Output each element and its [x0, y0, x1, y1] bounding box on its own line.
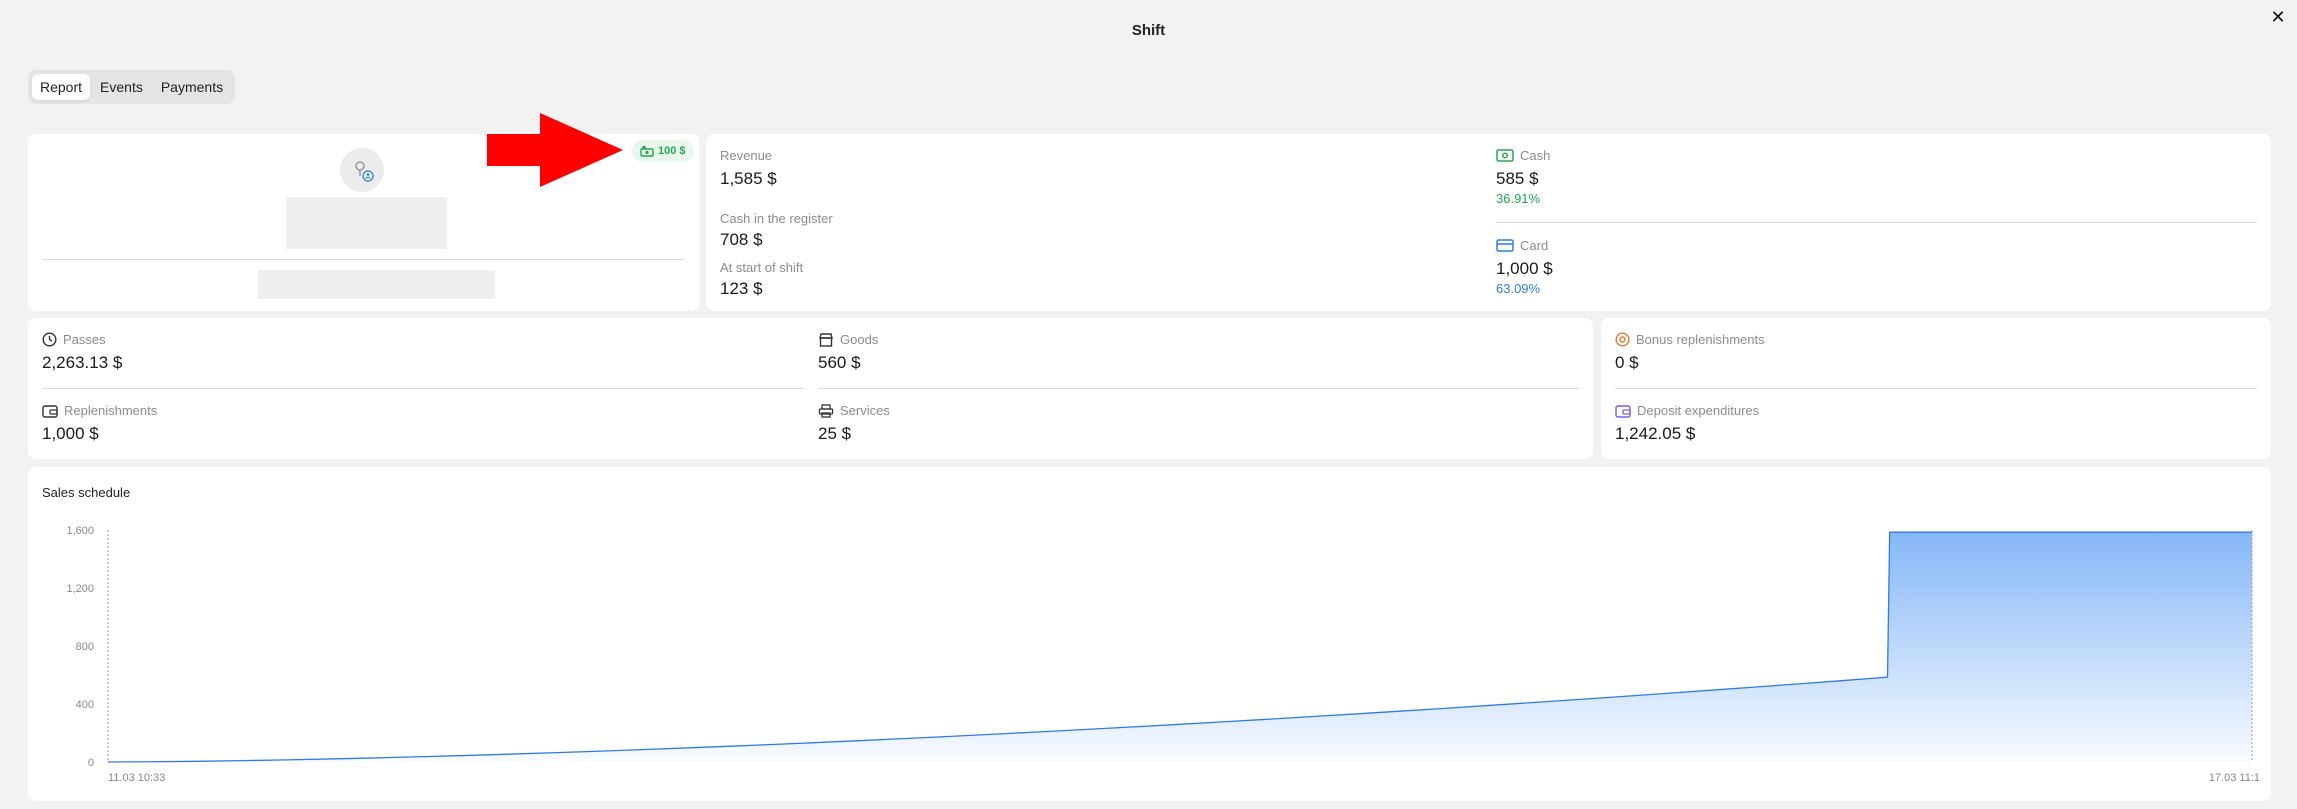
y-tick-label: 1,600: [66, 525, 94, 537]
bonus-card: Bonus replenishments 0 $ Deposit expendi…: [1601, 318, 2271, 459]
cash-label: Cash: [1520, 148, 1551, 163]
services-value: 25 $: [818, 424, 852, 443]
replenishments-label: Replenishments: [64, 403, 158, 418]
replenishments-label-row: Replenishments: [42, 403, 157, 418]
deposit-label-row: Deposit expenditures: [1615, 403, 1759, 418]
bonus-icon: [1615, 332, 1630, 347]
passes-value: 2,263.13 $: [42, 353, 123, 372]
close-icon: ✕: [2270, 6, 2286, 27]
tab-bar: Report Events Payments: [28, 70, 236, 104]
wallet-icon: [42, 404, 58, 418]
bonus-value: 0 $: [1615, 353, 1639, 372]
y-tick-label: 400: [76, 699, 94, 711]
deposit-wallet-icon: [1615, 404, 1631, 418]
tab-payments[interactable]: Payments: [153, 74, 231, 100]
goods-label-row: Goods: [818, 332, 878, 347]
cash-icon: [640, 145, 654, 157]
card-value: 1,000 $: [1496, 259, 1553, 278]
services-label: Services: [840, 403, 890, 418]
credit-card-icon: [1496, 239, 1514, 252]
revenue-value: 1,585 $: [720, 169, 777, 188]
y-tick-label: 800: [76, 641, 94, 653]
close-button[interactable]: ✕: [2267, 6, 2289, 28]
printer-icon: [818, 403, 834, 418]
modal-title: Shift: [1131, 22, 1166, 39]
revenue-card: Revenue 1,585 $ Cash in the register 708…: [706, 134, 2271, 311]
cash-percentage: 36.91%: [1496, 191, 1541, 206]
passes-label-row: Passes: [42, 332, 122, 347]
cash-icon: [1496, 149, 1514, 162]
replenishments-value: 1,000 $: [42, 424, 99, 443]
card-percentage: 63.09%: [1496, 281, 1541, 296]
divider: [818, 388, 1579, 389]
card-label-row: Card: [1496, 238, 1553, 253]
divider: [42, 388, 804, 389]
tab-report[interactable]: Report: [32, 74, 91, 100]
start-label: At start of shift: [720, 260, 804, 275]
sales-chart: 0 400 800 1,200 1,600 11.03 10:33 17.03 11:1: [66, 525, 2260, 784]
cash-badge: 100 $: [632, 140, 694, 162]
store-icon: [819, 332, 833, 347]
deposit-value: 1,242.05 $: [1615, 424, 1696, 443]
deposit-label: Deposit expenditures: [1637, 403, 1760, 418]
bonus-label-row: Bonus replenishments: [1615, 332, 1765, 347]
role-placeholder: [258, 270, 495, 299]
user-icon: [355, 161, 374, 182]
passes-label: Passes: [63, 332, 106, 347]
cash-value: 585 $: [1496, 169, 1539, 188]
categories-card: Passes 2,263.13 $ Replenishments 1,000 $…: [28, 318, 1593, 459]
sales-area: [108, 532, 2252, 762]
cash-label-row: Cash: [1496, 148, 1550, 163]
revenue-label: Revenue: [720, 148, 773, 163]
start-value: 123 $: [720, 279, 763, 298]
tab-events[interactable]: Events: [92, 74, 151, 100]
x-tick-label: 11.03 10:33: [108, 772, 165, 784]
sales-chart-card: Sales schedule 0 400 800 1,200 1,600 11.03 10…: [28, 467, 2271, 801]
divider: [1615, 388, 2257, 389]
card-label: Card: [1520, 238, 1549, 253]
goods-label: Goods: [840, 332, 879, 347]
goods-value: 560 $: [818, 353, 861, 372]
divider: [1496, 222, 2257, 223]
annotation-arrow: [487, 113, 623, 187]
x-tick-label: 17.03 11:1: [2209, 772, 2260, 784]
register-label: Cash in the register: [720, 211, 833, 226]
bonus-label: Bonus replenishments: [1636, 332, 1765, 347]
y-tick-label: 1,200: [66, 583, 94, 595]
y-tick-label: 0: [88, 757, 94, 769]
avatar[interactable]: [340, 148, 384, 192]
name-placeholder: [286, 197, 447, 249]
register-value: 708 $: [720, 230, 763, 249]
divider: [42, 259, 685, 260]
clock-icon: [42, 332, 57, 347]
services-label-row: Services: [818, 403, 890, 418]
